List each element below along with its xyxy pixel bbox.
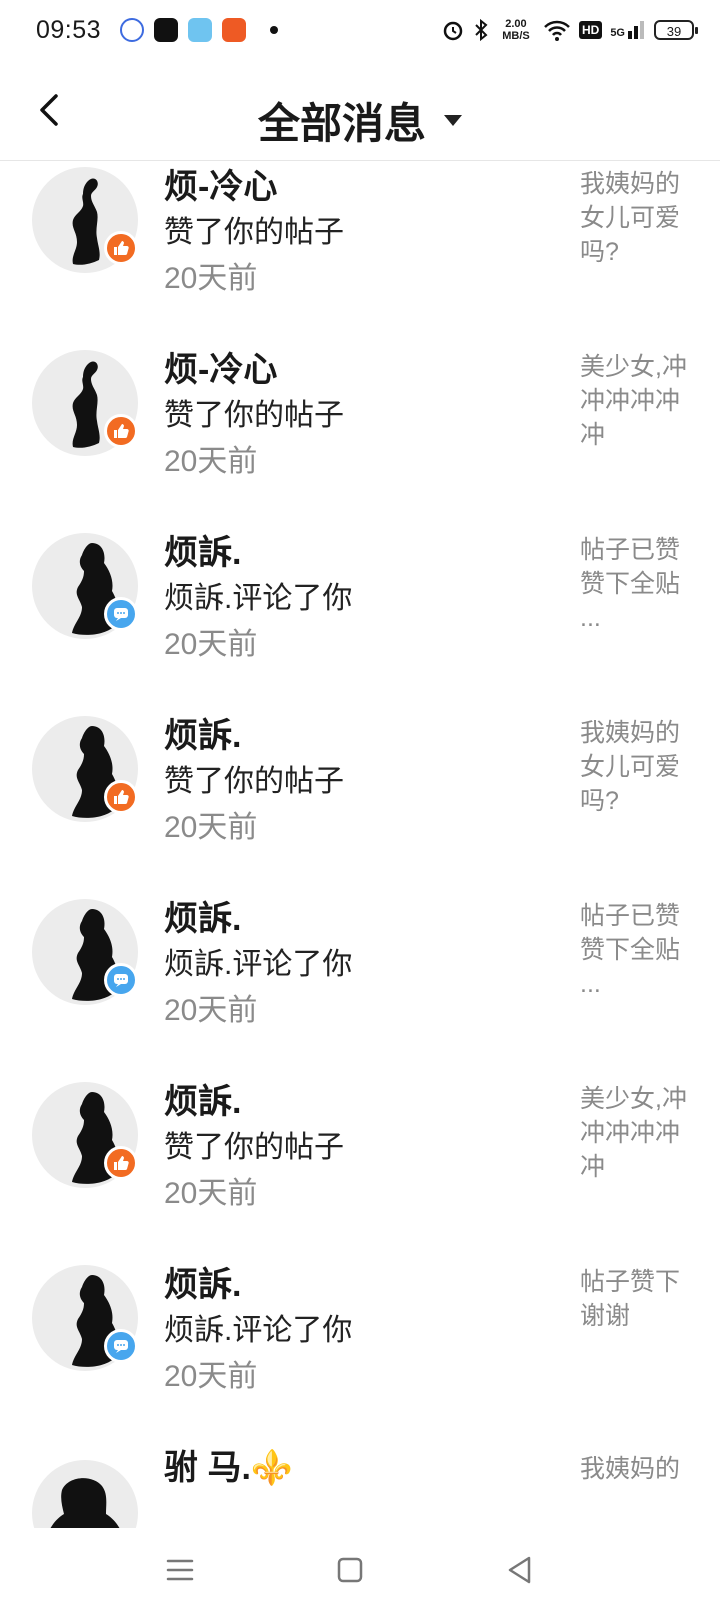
message-filter-dropdown[interactable]: 全部消息	[258, 90, 462, 151]
message-time: 20天前	[164, 1177, 258, 1210]
like-badge	[104, 1146, 138, 1180]
sender-name[interactable]: 烦訴.	[164, 891, 241, 940]
avatar[interactable]	[32, 1460, 138, 1528]
more-notifications-icon	[270, 26, 278, 34]
hd-badge: HD	[578, 21, 603, 39]
post-preview[interactable]: 美少女,冲冲冲冲冲冲	[580, 350, 696, 452]
status-bar: 09:53 2.00 MB/S HD 5G 39	[0, 0, 720, 64]
tiktok-app-icon	[154, 18, 178, 42]
signal-indicator: 5G	[610, 21, 644, 39]
comment-badge	[104, 597, 138, 631]
system-navigation-bar	[0, 1528, 720, 1612]
square-icon[interactable]	[330, 1550, 370, 1590]
message-time: 20天前	[164, 445, 258, 478]
sender-name[interactable]: 烦訴.	[164, 525, 241, 574]
message-row[interactable]: 烦-冷心 赞了你的帖子 20天前 我姨妈的女儿可爱吗?	[0, 161, 720, 349]
network-speed: 2.00 MB/S	[502, 18, 530, 42]
message-action: 烦訴.评论了你	[164, 582, 353, 615]
message-time: 20天前	[164, 262, 258, 295]
thumbs-up-icon	[114, 241, 129, 255]
thumbs-up-icon	[114, 424, 129, 438]
baidu-app-icon	[120, 18, 144, 42]
sender-name[interactable]: 烦訴.	[164, 1257, 241, 1306]
triangle-back-icon[interactable]	[500, 1550, 540, 1590]
thumbs-up-icon	[114, 790, 129, 804]
post-preview[interactable]: 我姨妈的	[580, 1452, 696, 1486]
sender-name[interactable]: 烦訴.	[164, 708, 241, 757]
message-action: 赞了你的帖子	[164, 1131, 344, 1164]
message-action: 烦訴.评论了你	[164, 1314, 353, 1347]
message-list[interactable]: 烦-冷心 赞了你的帖子 20天前 我姨妈的女儿可爱吗? 烦-冷心 赞了你的帖子 …	[0, 161, 720, 1528]
notification-icons	[120, 18, 278, 42]
message-action: 赞了你的帖子	[164, 399, 344, 432]
like-badge	[104, 231, 138, 265]
message-row[interactable]: 烦訴. 烦訴.评论了你 20天前 帖子已赞赞下全贴 ...	[0, 527, 720, 715]
sender-name[interactable]: 烦-冷心	[164, 342, 277, 391]
alarm-icon	[443, 21, 463, 41]
comment-badge	[104, 963, 138, 997]
post-preview[interactable]: 帖子已赞赞下全贴 ...	[580, 899, 696, 1001]
message-row[interactable]: 烦訴. 赞了你的帖子 20天前 美少女,冲冲冲冲冲冲	[0, 1076, 720, 1264]
thumbs-up-icon	[114, 1156, 129, 1170]
like-badge	[104, 780, 138, 814]
taobao-app-icon	[222, 18, 246, 42]
sender-name[interactable]: 驸 马.⚜️	[164, 1440, 293, 1489]
wifi-icon	[544, 20, 570, 41]
telegram-app-icon	[188, 18, 212, 42]
message-row[interactable]: 烦-冷心 赞了你的帖子 20天前 美少女,冲冲冲冲冲冲	[0, 344, 720, 532]
signal-bar-icon	[640, 21, 644, 39]
app-header: 全部消息	[0, 64, 720, 161]
message-row[interactable]: 驸 马.⚜️ 我姨妈的	[0, 1442, 720, 1528]
signal-bar-icon	[634, 26, 638, 39]
like-badge	[104, 414, 138, 448]
message-row[interactable]: 烦訴. 赞了你的帖子 20天前 我姨妈的女儿可爱吗?	[0, 710, 720, 898]
comment-badge	[104, 1329, 138, 1363]
post-preview[interactable]: 美少女,冲冲冲冲冲冲	[580, 1082, 696, 1184]
message-action: 赞了你的帖子	[164, 216, 344, 249]
chat-bubble-icon	[114, 974, 128, 987]
message-action: 烦訴.评论了你	[164, 948, 353, 981]
message-time: 20天前	[164, 994, 258, 1027]
clock: 09:53	[36, 16, 102, 44]
page-title: 全部消息	[257, 100, 426, 147]
message-time: 20天前	[164, 628, 258, 661]
system-icons: 2.00 MB/S HD 5G	[441, 18, 644, 42]
post-preview[interactable]: 帖子已赞赞下全贴 ...	[580, 533, 696, 635]
message-time: 20天前	[164, 811, 258, 844]
battery-indicator: 39	[654, 20, 698, 40]
sender-name[interactable]: 烦訴.	[164, 1074, 241, 1123]
post-preview[interactable]: 帖子赞下谢谢	[580, 1265, 696, 1333]
post-preview[interactable]: 我姨妈的女儿可爱吗?	[580, 167, 696, 269]
post-preview[interactable]: 我姨妈的女儿可爱吗?	[580, 716, 696, 818]
network-type: 5G	[610, 27, 625, 39]
message-row[interactable]: 烦訴. 烦訴.评论了你 20天前 帖子已赞赞下全贴 ...	[0, 893, 720, 1081]
message-row[interactable]: 烦訴. 烦訴.评论了你 20天前 帖子赞下谢谢	[0, 1259, 720, 1447]
page-title-wrapper[interactable]: 全部消息	[0, 90, 720, 151]
bluetooth-icon	[475, 18, 488, 42]
caret-down-icon	[444, 115, 462, 126]
silhouette-avatar-icon	[50, 1478, 120, 1528]
signal-bar-icon	[628, 31, 632, 39]
message-time: 20天前	[164, 1360, 258, 1393]
chat-bubble-icon	[114, 608, 128, 621]
message-action: 赞了你的帖子	[164, 765, 344, 798]
sender-name[interactable]: 烦-冷心	[164, 161, 277, 208]
chat-bubble-icon	[114, 1340, 128, 1353]
menu-icon[interactable]	[160, 1550, 200, 1590]
